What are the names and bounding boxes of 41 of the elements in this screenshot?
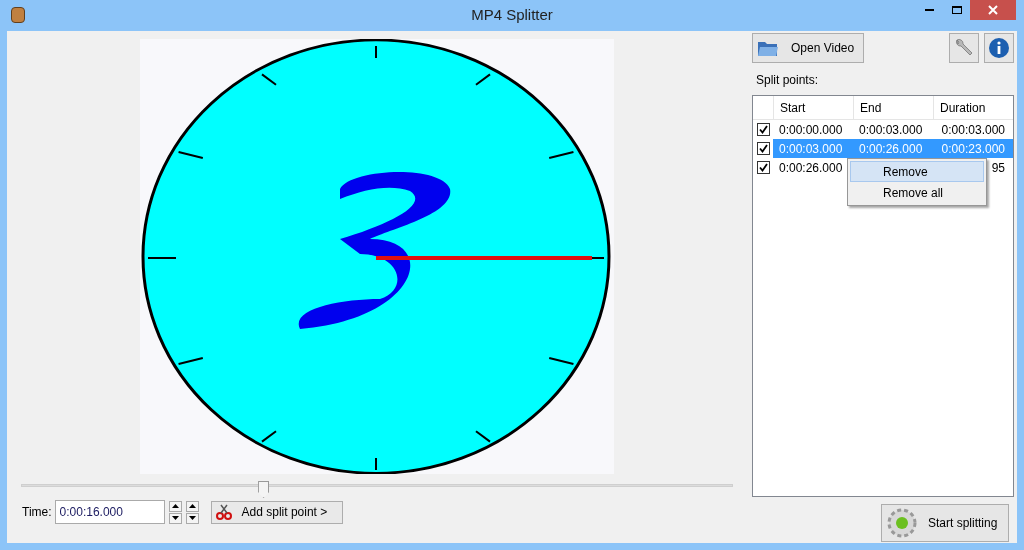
wrench-icon bbox=[954, 38, 974, 58]
table-cell-text: 0:00:03.000 bbox=[858, 121, 924, 139]
add-split-point-button[interactable]: Add split point > bbox=[210, 500, 343, 524]
close-button[interactable] bbox=[970, 0, 1016, 20]
spin-down-button[interactable] bbox=[168, 512, 182, 524]
app-icon bbox=[11, 7, 25, 23]
open-video-button[interactable]: Open Video bbox=[752, 33, 864, 63]
window-title: MP4 Splitter bbox=[471, 5, 553, 26]
menu-item[interactable]: Remove bbox=[850, 161, 984, 182]
spin-up-button[interactable] bbox=[185, 500, 199, 512]
up-arrow-icon bbox=[188, 504, 196, 508]
time-field[interactable]: 0:00:16.000 bbox=[54, 500, 165, 524]
table-cell-text: 0:00:03.000 bbox=[940, 121, 1006, 139]
spin-down-button[interactable] bbox=[185, 512, 199, 524]
checkbox[interactable] bbox=[756, 142, 770, 155]
menu-item[interactable]: Remove all bbox=[850, 182, 984, 203]
down-arrow-icon bbox=[171, 516, 179, 520]
folder-icon bbox=[757, 39, 779, 57]
info-button[interactable] bbox=[984, 33, 1014, 63]
column-header[interactable]: Duration bbox=[933, 96, 1013, 119]
time-label: Time: bbox=[22, 504, 52, 521]
scissors-icon bbox=[215, 504, 232, 520]
close-icon bbox=[988, 5, 998, 15]
up-arrow-icon bbox=[171, 504, 179, 508]
table-row[interactable]: 0:00:00.000 0:00:03.000 0:00:03.000 bbox=[773, 120, 1013, 139]
gear-icon bbox=[886, 507, 918, 539]
start-splitting-button[interactable]: Start splitting bbox=[881, 504, 1009, 542]
info-icon bbox=[988, 37, 1010, 59]
column-header[interactable]: End bbox=[853, 96, 933, 119]
checkbox[interactable] bbox=[756, 123, 770, 136]
table-cell-text: 0:00:23.000 bbox=[940, 140, 1006, 158]
checkbox[interactable] bbox=[756, 161, 770, 174]
table-cell-text: 0:00:00.000 bbox=[778, 121, 844, 139]
down-arrow-icon bbox=[188, 516, 196, 520]
spin-up-button[interactable] bbox=[168, 500, 182, 512]
column-header[interactable]: Start bbox=[773, 96, 853, 119]
settings-button[interactable] bbox=[949, 33, 979, 63]
split-points-label: Split points: bbox=[756, 72, 820, 89]
table-cell-text: 0:00:26.000 bbox=[858, 140, 924, 158]
seek-slider[interactable] bbox=[21, 481, 733, 499]
table-cell-text: 0:00:03.000 bbox=[778, 140, 844, 158]
